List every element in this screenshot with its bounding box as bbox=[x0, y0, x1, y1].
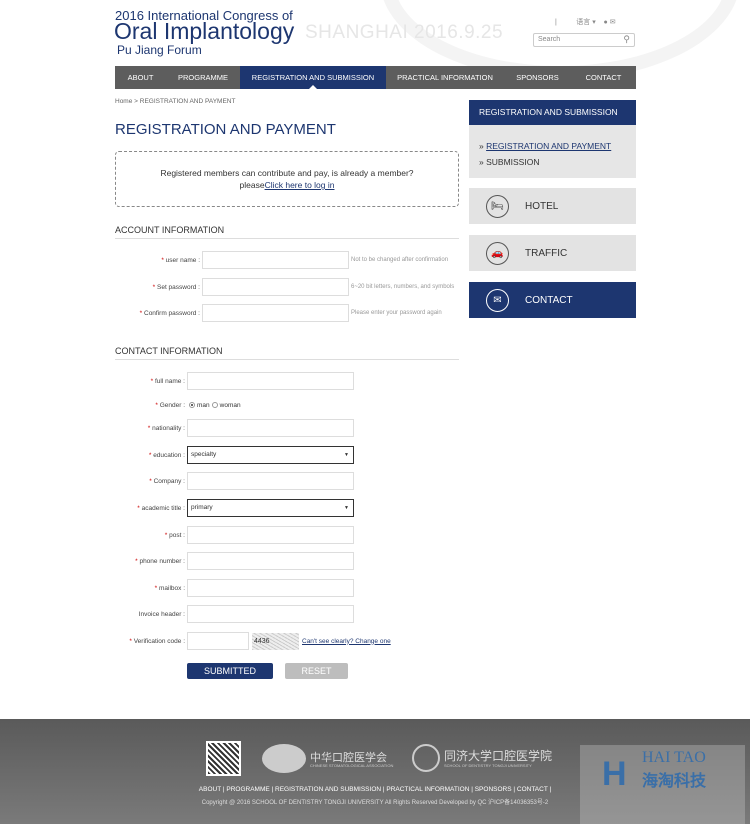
full-name-label: full name : bbox=[155, 377, 185, 385]
search-input[interactable]: Search ⚲ bbox=[533, 33, 635, 47]
nav-sponsors[interactable]: SPONSORS bbox=[504, 66, 571, 89]
nav-programme[interactable]: PROGRAMME bbox=[166, 66, 240, 89]
tongji-logo-text: 同济大学口腔医学院 bbox=[444, 749, 553, 763]
phone-input[interactable] bbox=[187, 552, 354, 570]
post-input[interactable] bbox=[187, 526, 354, 544]
verification-label: Verification code : bbox=[133, 637, 185, 645]
login-link[interactable]: Click here to log in bbox=[265, 180, 335, 190]
logo-title: Oral Implantology bbox=[114, 18, 295, 44]
main-nav: ABOUT PROGRAMME REGISTRATION AND SUBMISS… bbox=[115, 66, 636, 89]
username-label: user name : bbox=[165, 256, 200, 264]
csa-logo-icon bbox=[262, 744, 306, 773]
login-notice: Registered members can contribute and pa… bbox=[115, 151, 459, 207]
language-select[interactable]: 语言 bbox=[576, 19, 590, 26]
search-placeholder: Search bbox=[538, 36, 561, 43]
academic-title-select[interactable]: primary bbox=[187, 499, 354, 517]
phone-label: phone number : bbox=[139, 557, 185, 565]
nav-contact[interactable]: CONTACT bbox=[571, 66, 636, 89]
car-icon: 🚗 bbox=[486, 241, 509, 265]
gender-man-radio[interactable] bbox=[189, 402, 195, 408]
gender-woman-radio[interactable] bbox=[211, 402, 218, 408]
sidebar-item-submission[interactable]: SUBMISSION bbox=[486, 157, 539, 167]
nationality-input[interactable] bbox=[187, 419, 354, 437]
password-hint: 6~20 bit letters, numbers, and symbols bbox=[351, 284, 455, 290]
mailbox-label: mailbox : bbox=[158, 584, 185, 592]
password-input[interactable] bbox=[202, 278, 349, 296]
notice-prefix: please bbox=[239, 180, 265, 190]
nav-practical[interactable]: PRACTICAL INFORMATION bbox=[386, 66, 504, 89]
reset-button[interactable]: RESET bbox=[285, 663, 348, 679]
top-links: | 语言 ▾ ● ✉ bbox=[555, 19, 616, 26]
sidebar-hotel[interactable]: 🛏 HOTEL bbox=[469, 188, 636, 224]
sidebar-title: REGISTRATION AND SUBMISSION bbox=[469, 100, 636, 125]
company-input[interactable] bbox=[187, 472, 354, 490]
tongji-logo-icon bbox=[412, 744, 440, 772]
confirm-password-hint: Please enter your password again bbox=[351, 310, 442, 316]
qr-code bbox=[206, 741, 241, 776]
watermark-h-logo: H bbox=[602, 755, 627, 793]
page-title: REGISTRATION AND PAYMENT bbox=[115, 121, 336, 138]
verification-input[interactable] bbox=[187, 632, 249, 650]
mail-icon[interactable]: ✉ bbox=[610, 19, 616, 26]
search-icon[interactable]: ⚲ bbox=[623, 34, 630, 45]
hotel-label: HOTEL bbox=[525, 200, 559, 212]
contact-label: CONTACT bbox=[525, 294, 573, 306]
submit-button[interactable]: SUBMITTED bbox=[187, 663, 273, 679]
sidebar-traffic[interactable]: 🚗 TRAFFIC bbox=[469, 235, 636, 271]
csa-logo-sub: CHINESE STOMATOLOGICAL ASSOCIATION bbox=[310, 763, 394, 768]
tagline: SHANGHAI 2016.9.25 bbox=[305, 22, 504, 43]
sidebar-contact[interactable]: ✉ CONTACT bbox=[469, 282, 636, 318]
invoice-label: Invoice header : bbox=[138, 610, 185, 618]
gender-label: Gender : bbox=[159, 401, 185, 409]
envelope-icon: ✉ bbox=[486, 288, 509, 312]
tongji-logo-sub: SCHOOL OF DENTISTRY TONGJI UNIVERSITY bbox=[444, 763, 532, 768]
company-label: Company : bbox=[153, 477, 185, 485]
academic-title-label: academic title : bbox=[141, 504, 185, 512]
bed-icon: 🛏 bbox=[486, 194, 509, 218]
captcha-image[interactable]: 4436 bbox=[252, 632, 299, 650]
logo-line3: Pu Jiang Forum bbox=[117, 43, 202, 57]
confirm-password-label: Confirm password : bbox=[144, 309, 200, 317]
watermark: H HAI TAO 海淘科技 bbox=[580, 745, 745, 824]
nav-about[interactable]: ABOUT bbox=[115, 66, 166, 89]
nav-registration[interactable]: REGISTRATION AND SUBMISSION bbox=[240, 66, 386, 89]
username-input[interactable] bbox=[202, 251, 349, 269]
invoice-input[interactable] bbox=[187, 605, 354, 623]
breadcrumb[interactable]: Home > REGISTRATION AND PAYMENT bbox=[115, 98, 235, 105]
notice-text: Registered members can contribute and pa… bbox=[160, 168, 414, 178]
wechat-icon[interactable]: ● bbox=[604, 19, 608, 26]
full-name-input[interactable] bbox=[187, 372, 354, 390]
mailbox-input[interactable] bbox=[187, 579, 354, 597]
sidebar-menu: » REGISTRATION AND PAYMENT » SUBMISSION bbox=[469, 125, 636, 178]
username-hint: Not to be changed after confirmation bbox=[351, 257, 449, 263]
change-captcha-link[interactable]: Can't see clearly? Change one bbox=[302, 638, 391, 645]
watermark-en: HAI TAO bbox=[642, 749, 706, 766]
gender-woman-label: woman bbox=[219, 401, 241, 409]
traffic-label: TRAFFIC bbox=[525, 247, 568, 259]
education-select[interactable]: specialty bbox=[187, 446, 354, 464]
nationality-label: nationality : bbox=[152, 424, 185, 432]
education-label: education : bbox=[153, 451, 185, 459]
confirm-password-input[interactable] bbox=[202, 304, 349, 322]
sidebar-item-registration-payment[interactable]: REGISTRATION AND PAYMENT bbox=[486, 141, 611, 151]
post-label: post : bbox=[169, 531, 185, 539]
contact-section-title: CONTACT INFORMATION bbox=[115, 346, 459, 360]
watermark-cn: 海淘科技 bbox=[642, 773, 707, 790]
account-section-title: ACCOUNT INFORMATION bbox=[115, 225, 459, 239]
password-label: Set password : bbox=[157, 283, 200, 291]
gender-man-label: man bbox=[197, 401, 210, 409]
